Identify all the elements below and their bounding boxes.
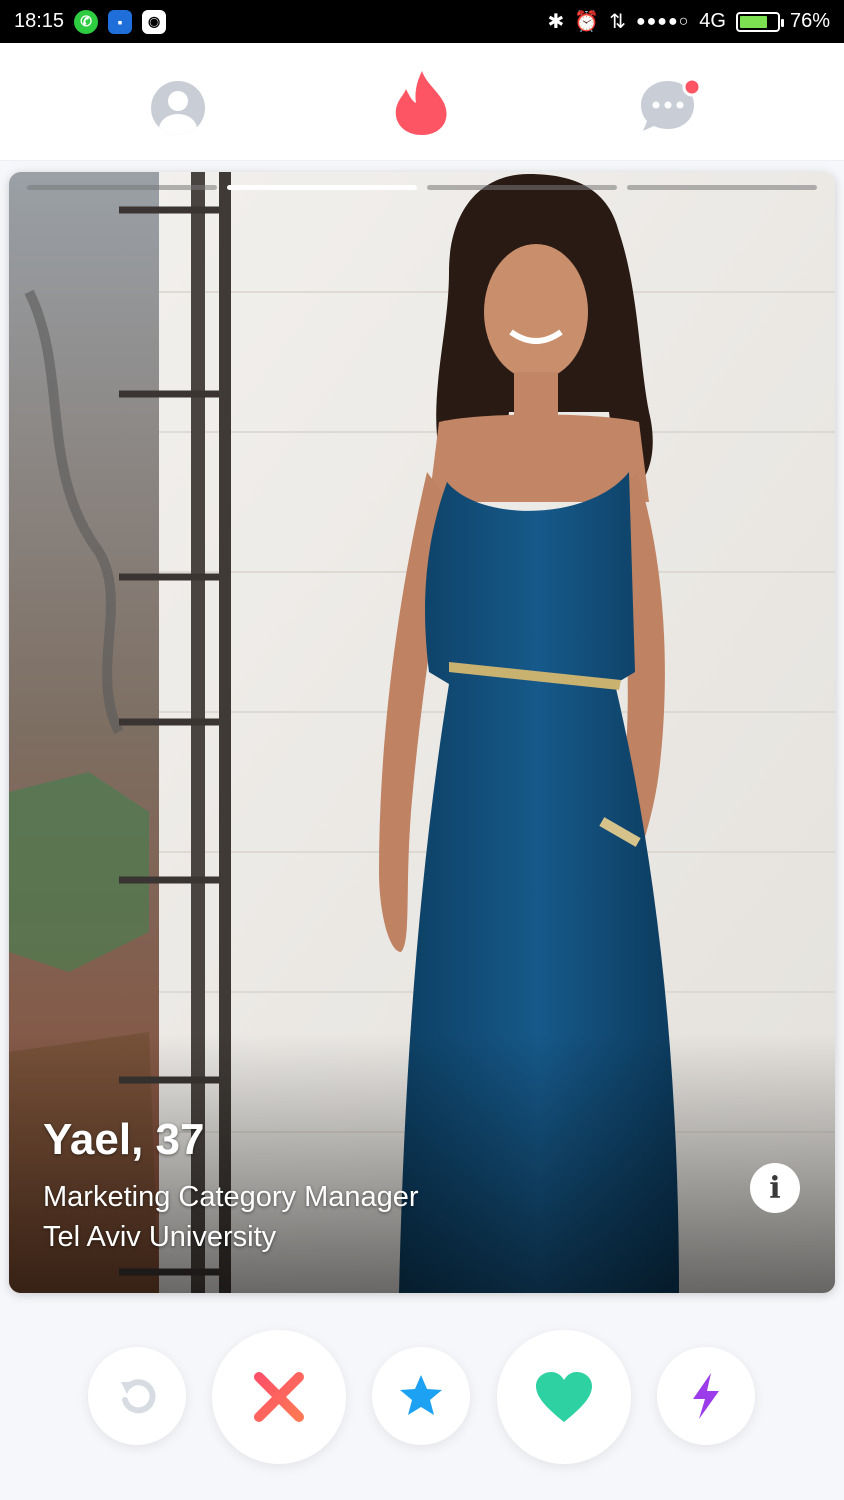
photo-progress-segment [627, 185, 817, 190]
info-icon: i [769, 1170, 781, 1206]
photo-progress-indicator [27, 185, 817, 190]
like-button[interactable] [497, 1330, 631, 1464]
info-button[interactable]: i [750, 1163, 800, 1213]
lightning-icon [693, 1373, 719, 1419]
profile-school: Tel Aviv University [43, 1221, 277, 1253]
top-nav [0, 43, 844, 161]
network-type: 4G [699, 10, 726, 32]
instagram-icon: ◉ [142, 9, 167, 34]
whatsapp-icon: ✆ [74, 9, 99, 34]
battery-fill [739, 15, 768, 28]
star-icon [400, 1375, 442, 1415]
photo-progress-segment [427, 185, 617, 190]
signal-icon: ●●●●○ [635, 12, 690, 30]
flame-icon[interactable] [392, 69, 452, 137]
profile-icon[interactable] [151, 81, 205, 135]
x-icon [254, 1372, 304, 1422]
heart-icon [536, 1372, 592, 1422]
messages-icon[interactable] [638, 75, 704, 137]
boost-button[interactable] [657, 1347, 755, 1445]
status-bar: 18:15 ✆ ▪ ◉ ✱ ⏰ ⇅ ●●●●○ 4G 76% [0, 0, 844, 43]
alarm-icon: ⏰ [574, 11, 600, 33]
notification-dot [682, 77, 702, 97]
profile-job: Marketing Category Manager [43, 1181, 419, 1213]
nope-button[interactable] [212, 1330, 346, 1464]
battery-icon [735, 11, 784, 32]
profile-card[interactable]: Yael, 37 Marketing Category Manager Tel … [9, 172, 835, 1293]
bluetooth-icon: ✱ [547, 11, 565, 33]
data-arrows-icon: ⇅ [609, 11, 626, 33]
rewind-icon [121, 1379, 156, 1414]
app-icon: ▪ [108, 9, 133, 34]
card-info: Yael, 37 Marketing Category Manager Tel … [43, 1115, 419, 1257]
photo-progress-segment [27, 185, 217, 190]
status-time: 18:15 [14, 10, 65, 32]
photo-progress-segment [227, 185, 417, 190]
battery-percent: 76% [789, 10, 830, 32]
profile-name-age: Yael, 37 [43, 1115, 205, 1164]
super-like-button[interactable] [372, 1347, 470, 1445]
rewind-button[interactable] [88, 1347, 186, 1445]
